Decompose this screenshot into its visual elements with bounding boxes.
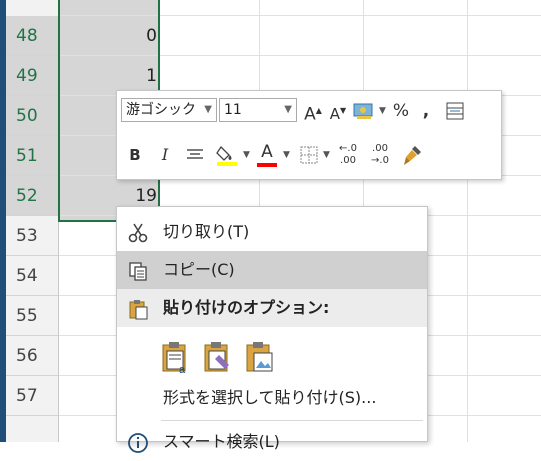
font-name-combo[interactable]: 游ゴシック ▼	[121, 98, 217, 122]
font-color-button[interactable]: A	[255, 141, 279, 169]
font-size-combo[interactable]: 11 ▼	[219, 98, 297, 122]
mini-toolbar-row-1: 游ゴシック ▼ 11 ▼ A▲ A▼ ▼ % ,	[117, 91, 503, 131]
svg-text:a: a	[179, 364, 186, 375]
row-header-53[interactable]: 53	[6, 216, 58, 256]
chevron-down-icon[interactable]: ▼	[379, 97, 386, 125]
percent-style-button[interactable]: %	[391, 97, 411, 125]
paste-options-row: a	[117, 333, 427, 383]
menu-item-paste-special-label: 形式を選択して貼り付け(S)...	[163, 388, 377, 407]
paste-values-icon[interactable]: a	[161, 341, 191, 375]
paste-formatting-icon[interactable]	[203, 341, 233, 375]
mini-toolbar: 游ゴシック ▼ 11 ▼ A▲ A▼ ▼ % , B I ▼ A ▼ ▼ ←.0…	[116, 90, 502, 180]
table-format-icon	[446, 102, 464, 120]
scissors-icon	[128, 223, 148, 243]
font-color-swatch	[257, 163, 277, 167]
menu-item-cut[interactable]: 切り取り(T)	[117, 213, 427, 251]
row-header-54[interactable]: 54	[6, 256, 58, 296]
paint-bucket-icon	[216, 145, 237, 166]
chevron-down-icon: ▼	[204, 104, 212, 115]
format-painter-icon	[404, 146, 421, 165]
menu-item-copy[interactable]: コピー(C)	[117, 251, 427, 289]
comma-style-button[interactable]: ,	[417, 97, 435, 125]
font-size-value: 11	[224, 102, 242, 118]
borders-button[interactable]	[297, 141, 321, 169]
align-center-button[interactable]	[183, 141, 207, 169]
align-center-icon	[187, 149, 203, 159]
menu-item-cut-label: 切り取り(T)	[163, 222, 250, 241]
grow-font-label: A	[304, 104, 316, 125]
chevron-down-icon: ▼	[284, 104, 292, 115]
bold-button[interactable]: B	[125, 141, 145, 169]
accounting-icon	[353, 103, 373, 119]
chevron-down-icon[interactable]: ▼	[283, 141, 290, 169]
decimal-decrease-label: .00	[372, 143, 388, 154]
italic-button[interactable]: I	[155, 141, 175, 169]
row-header-52[interactable]: 52	[6, 176, 58, 216]
menu-separator	[161, 420, 423, 421]
font-color-label: A	[261, 142, 273, 162]
row-header-56[interactable]: 56	[6, 336, 58, 376]
font-name-value: 游ゴシック	[126, 102, 196, 118]
row-header-49[interactable]: 49	[6, 56, 58, 96]
copy-icon	[129, 262, 147, 281]
borders-icon	[300, 146, 318, 164]
clipboard-icon	[129, 300, 148, 320]
row-header-57[interactable]: 57	[6, 376, 58, 416]
menu-item-copy-label: コピー(C)	[163, 260, 235, 279]
row-header-51[interactable]: 51	[6, 136, 58, 176]
row-header-55[interactable]: 55	[6, 296, 58, 336]
menu-item-smart-lookup[interactable]: スマート検索(L)	[117, 423, 427, 461]
paste-picture-icon[interactable]	[245, 341, 275, 375]
row-headers: 48 49 50 51 52 53 54 55 56 57	[6, 0, 59, 442]
menu-item-paste-special[interactable]: 形式を選択して貼り付け(S)...	[117, 379, 427, 417]
mini-toolbar-row-2: B I ▼ A ▼ ▼ ←.0 .00 .00 →.0	[117, 135, 503, 175]
decrease-font-size-button[interactable]: A▼	[327, 97, 349, 125]
chevron-down-icon[interactable]: ▼	[323, 141, 330, 169]
shrink-font-label: A	[329, 105, 341, 123]
increase-font-size-button[interactable]: A▲	[301, 97, 325, 125]
chevron-down-icon[interactable]: ▼	[243, 141, 250, 169]
paste-options-header: 貼り付けのオプション:	[117, 289, 427, 327]
menu-item-smart-lookup-label: スマート検索(L)	[163, 432, 280, 451]
accounting-format-button[interactable]	[351, 97, 377, 125]
info-icon	[128, 433, 148, 453]
format-painter-button[interactable]	[399, 141, 425, 169]
paste-options-label: 貼り付けのオプション:	[163, 298, 330, 317]
decrease-decimal-button[interactable]: .00 →.0	[367, 141, 393, 169]
format-cells-button[interactable]	[443, 97, 467, 125]
context-menu: 切り取り(T) コピー(C) 貼り付けのオプション: a 形式を選択して貼り付け…	[116, 206, 428, 453]
row-header-50[interactable]: 50	[6, 96, 58, 136]
increase-decimal-button[interactable]: ←.0 .00	[335, 141, 361, 169]
fill-color-button[interactable]	[213, 141, 241, 169]
row-header-48[interactable]: 48	[6, 16, 58, 56]
decimal-increase-label: .00	[340, 155, 356, 166]
